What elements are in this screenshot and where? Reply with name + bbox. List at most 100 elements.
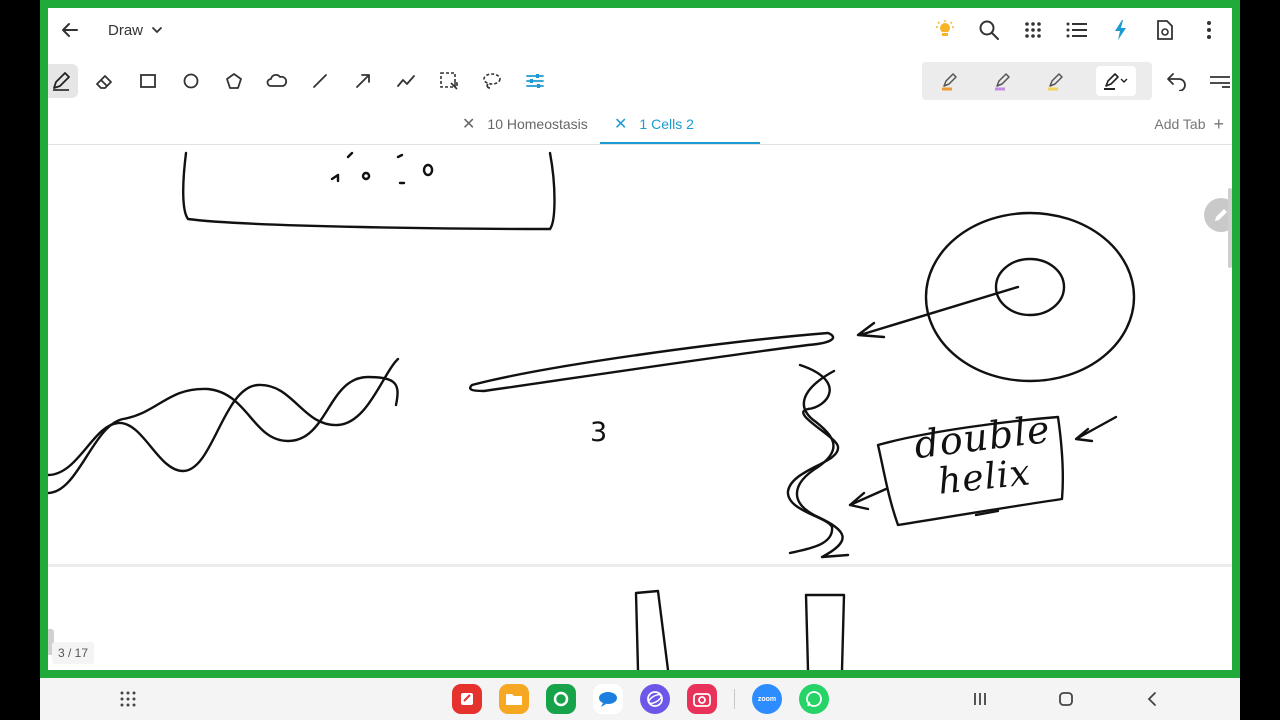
tips-bulb-button[interactable] bbox=[930, 15, 960, 45]
zoom-app-icon[interactable]: zoom bbox=[752, 684, 782, 714]
lasso-tool-button[interactable] bbox=[475, 64, 509, 98]
app-drawer-button[interactable] bbox=[116, 687, 140, 711]
messages-app-icon[interactable] bbox=[593, 684, 623, 714]
tab-homeostasis[interactable]: ✕ 10 Homeostasis bbox=[448, 106, 602, 142]
polyline-icon bbox=[397, 75, 415, 87]
phone-icon bbox=[553, 691, 569, 707]
home-button[interactable] bbox=[1053, 687, 1079, 711]
rectangle-icon bbox=[140, 74, 156, 88]
black-pen-button[interactable] bbox=[1096, 66, 1136, 96]
eraser-tool-button[interactable] bbox=[88, 64, 122, 98]
pen-presets bbox=[922, 62, 1152, 100]
list-view-button[interactable] bbox=[1062, 15, 1092, 45]
recent-apps-button[interactable] bbox=[967, 687, 993, 711]
tab-cells[interactable]: ✕ 1 Cells 2 bbox=[600, 106, 760, 144]
doc-settings-icon bbox=[1157, 20, 1173, 40]
vertical-scrollbar[interactable] bbox=[1228, 188, 1232, 268]
folder-icon bbox=[506, 694, 522, 705]
top-bar: Draw bbox=[48, 8, 1232, 52]
list-icon bbox=[1066, 22, 1087, 38]
chat-bubble-icon bbox=[599, 692, 617, 707]
pentagon-tool-button[interactable] bbox=[217, 64, 251, 98]
drawing-canvas[interactable]: 3 double helix 3 / 17 bbox=[48, 145, 1232, 670]
files-app-icon[interactable] bbox=[499, 684, 529, 714]
plus-icon: + bbox=[1213, 113, 1224, 134]
close-tab-icon[interactable]: ✕ bbox=[614, 114, 627, 134]
notes-app-icon[interactable] bbox=[452, 684, 482, 714]
line-style-button[interactable] bbox=[1206, 64, 1232, 98]
orange-highlighter-button[interactable] bbox=[930, 66, 970, 96]
rectangle-tool-button[interactable] bbox=[131, 64, 165, 98]
purple-highlighter-button[interactable] bbox=[983, 66, 1023, 96]
cell-box-stroke bbox=[182, 151, 556, 231]
app-dock: zoom bbox=[452, 684, 829, 714]
highlighter-icon bbox=[942, 73, 957, 91]
ink-drawing bbox=[48, 151, 1232, 670]
search-icon bbox=[979, 20, 999, 40]
arrow-icon bbox=[356, 74, 370, 88]
dna-strand-1 bbox=[48, 357, 400, 477]
home-icon bbox=[1059, 692, 1073, 706]
organelle-dots bbox=[330, 151, 434, 185]
document-settings-button[interactable] bbox=[1150, 15, 1180, 45]
pen-icon bbox=[1104, 73, 1128, 90]
number-label: 3 bbox=[590, 417, 608, 448]
page-indicator: 3 / 17 bbox=[52, 642, 95, 664]
more-options-button[interactable] bbox=[1194, 15, 1224, 45]
yellow-highlighter-button[interactable] bbox=[1036, 66, 1076, 96]
cloud-tool-button[interactable] bbox=[260, 64, 294, 98]
adjust-icon bbox=[526, 74, 544, 88]
apps-grid-icon bbox=[120, 691, 136, 707]
add-tab-button[interactable]: Add Tab + bbox=[1154, 106, 1224, 142]
back-button[interactable] bbox=[56, 16, 84, 44]
lasso-icon bbox=[483, 73, 501, 89]
page-separator bbox=[48, 564, 1232, 567]
globe-icon bbox=[647, 691, 663, 707]
chevron-left-icon bbox=[1147, 692, 1156, 706]
pen-tool-button[interactable] bbox=[48, 64, 78, 98]
arrow-left-icon bbox=[62, 23, 78, 37]
grid-view-button[interactable] bbox=[1018, 15, 1048, 45]
page2-rect-2 bbox=[804, 593, 846, 670]
highlighter-icon bbox=[1048, 73, 1063, 91]
line-tool-button[interactable] bbox=[303, 64, 337, 98]
cloud-icon bbox=[266, 74, 288, 87]
more-vert-icon bbox=[1207, 21, 1211, 39]
close-tab-icon[interactable]: ✕ bbox=[462, 114, 475, 134]
recents-icon bbox=[974, 693, 986, 705]
highlighter-icon bbox=[995, 73, 1010, 91]
pointer-arrow-label bbox=[1074, 415, 1118, 443]
internet-app-icon[interactable] bbox=[640, 684, 670, 714]
pencil-icon bbox=[1215, 209, 1227, 221]
back-nav-button[interactable] bbox=[1139, 687, 1165, 711]
arrow-tool-button[interactable] bbox=[346, 64, 380, 98]
dna-strand-2 bbox=[48, 375, 399, 495]
eraser-icon bbox=[96, 75, 112, 89]
drawing-toolbar bbox=[48, 60, 1232, 102]
line-icon bbox=[313, 74, 327, 88]
pentagon-icon bbox=[226, 73, 242, 89]
drawing-app: Draw ✕ 10 Homeostasis ✕ 1 Cells 2 Add Ta… bbox=[48, 8, 1232, 670]
circle-icon bbox=[183, 73, 199, 89]
line-style-icon bbox=[1210, 76, 1230, 88]
pointer-arrow-helix bbox=[848, 487, 888, 511]
whatsapp-app-icon[interactable] bbox=[799, 684, 829, 714]
add-tab-label: Add Tab bbox=[1154, 116, 1206, 132]
note-icon bbox=[461, 693, 473, 705]
notebook-menu-button[interactable]: Draw bbox=[108, 18, 163, 42]
undo-button[interactable] bbox=[1160, 64, 1194, 98]
polyline-tool-button[interactable] bbox=[389, 64, 423, 98]
search-button[interactable] bbox=[974, 15, 1004, 45]
camera-app-icon[interactable] bbox=[687, 684, 717, 714]
system-nav-bar: zoom bbox=[40, 678, 1240, 720]
select-rect-tool-button[interactable] bbox=[432, 64, 466, 98]
flash-button[interactable] bbox=[1106, 15, 1136, 45]
adjust-tool-button[interactable] bbox=[518, 64, 552, 98]
nucleus-outline bbox=[994, 257, 1066, 317]
phone-app-icon[interactable] bbox=[546, 684, 576, 714]
circle-tool-button[interactable] bbox=[174, 64, 208, 98]
cell-outline bbox=[924, 211, 1136, 383]
chromosome-rod bbox=[469, 331, 835, 393]
screen-border: Draw ✕ 10 Homeostasis ✕ 1 Cells 2 Add Ta… bbox=[40, 0, 1240, 678]
pen-icon bbox=[53, 72, 70, 91]
